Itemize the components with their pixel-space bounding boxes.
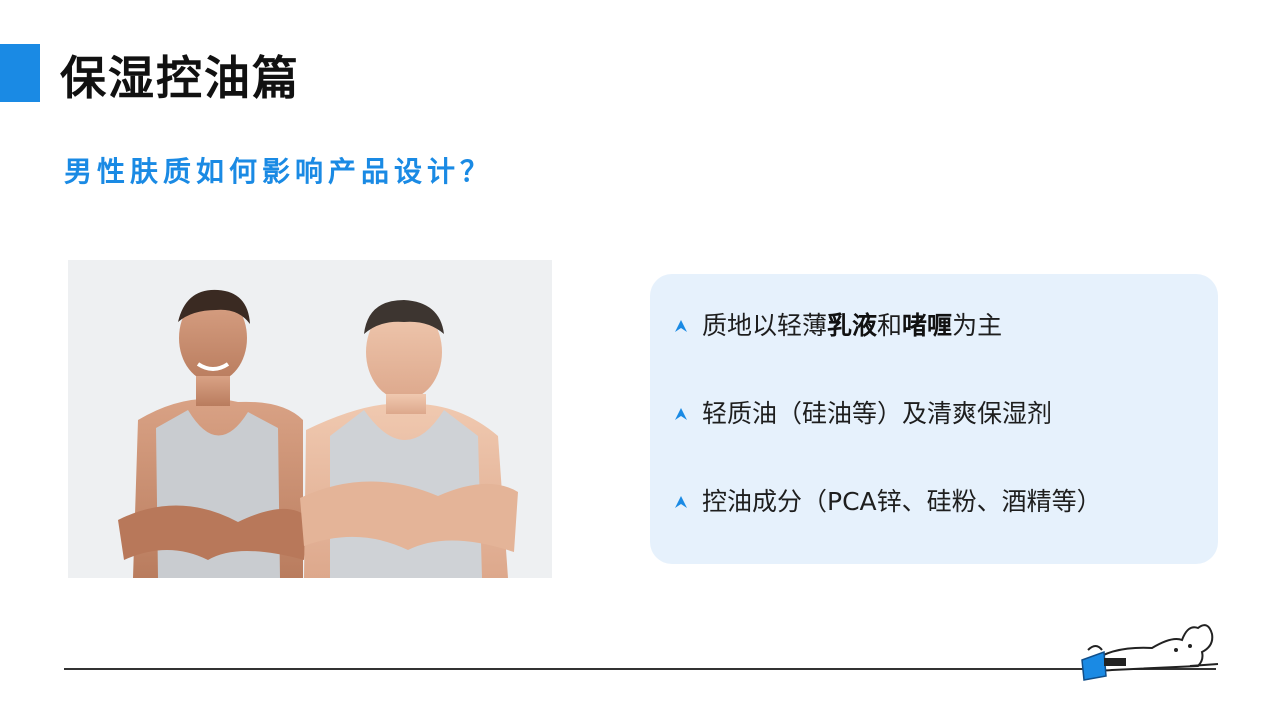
- two-men-photo: [68, 260, 552, 578]
- slide-title: 保湿控油篇: [60, 51, 300, 105]
- bullet-text-3: 控油成分（PCA锌、硅粉、酒精等）: [702, 487, 1102, 516]
- bullet-item-2: 轻质油（硅油等）及清爽保湿剂: [672, 394, 1052, 434]
- footer-divider: [64, 668, 1216, 670]
- title-accent-bar: [0, 44, 40, 102]
- photo-illustration: [68, 260, 552, 578]
- bullet-text-2: 轻质油（硅油等）及清爽保湿剂: [702, 399, 1053, 428]
- reading-mascot-icon: [1052, 616, 1222, 682]
- slide: 保湿控油篇 男性肤质如何影响产品设计？ 质地以轻薄乳液和啫喱为主 轻质油（硅油等…: [0, 0, 1280, 720]
- chevron-up-icon: [672, 405, 690, 423]
- slide-subtitle: 男性肤质如何影响产品设计？: [64, 155, 494, 188]
- bullet-item-3: 控油成分（PCA锌、硅粉、酒精等）: [672, 482, 1102, 522]
- bullet-text-1: 质地以轻薄乳液和啫喱为主: [702, 311, 1003, 340]
- chevron-up-icon: [672, 493, 690, 511]
- bullet-item-1: 质地以轻薄乳液和啫喱为主: [672, 306, 1002, 346]
- chevron-up-icon: [672, 317, 690, 335]
